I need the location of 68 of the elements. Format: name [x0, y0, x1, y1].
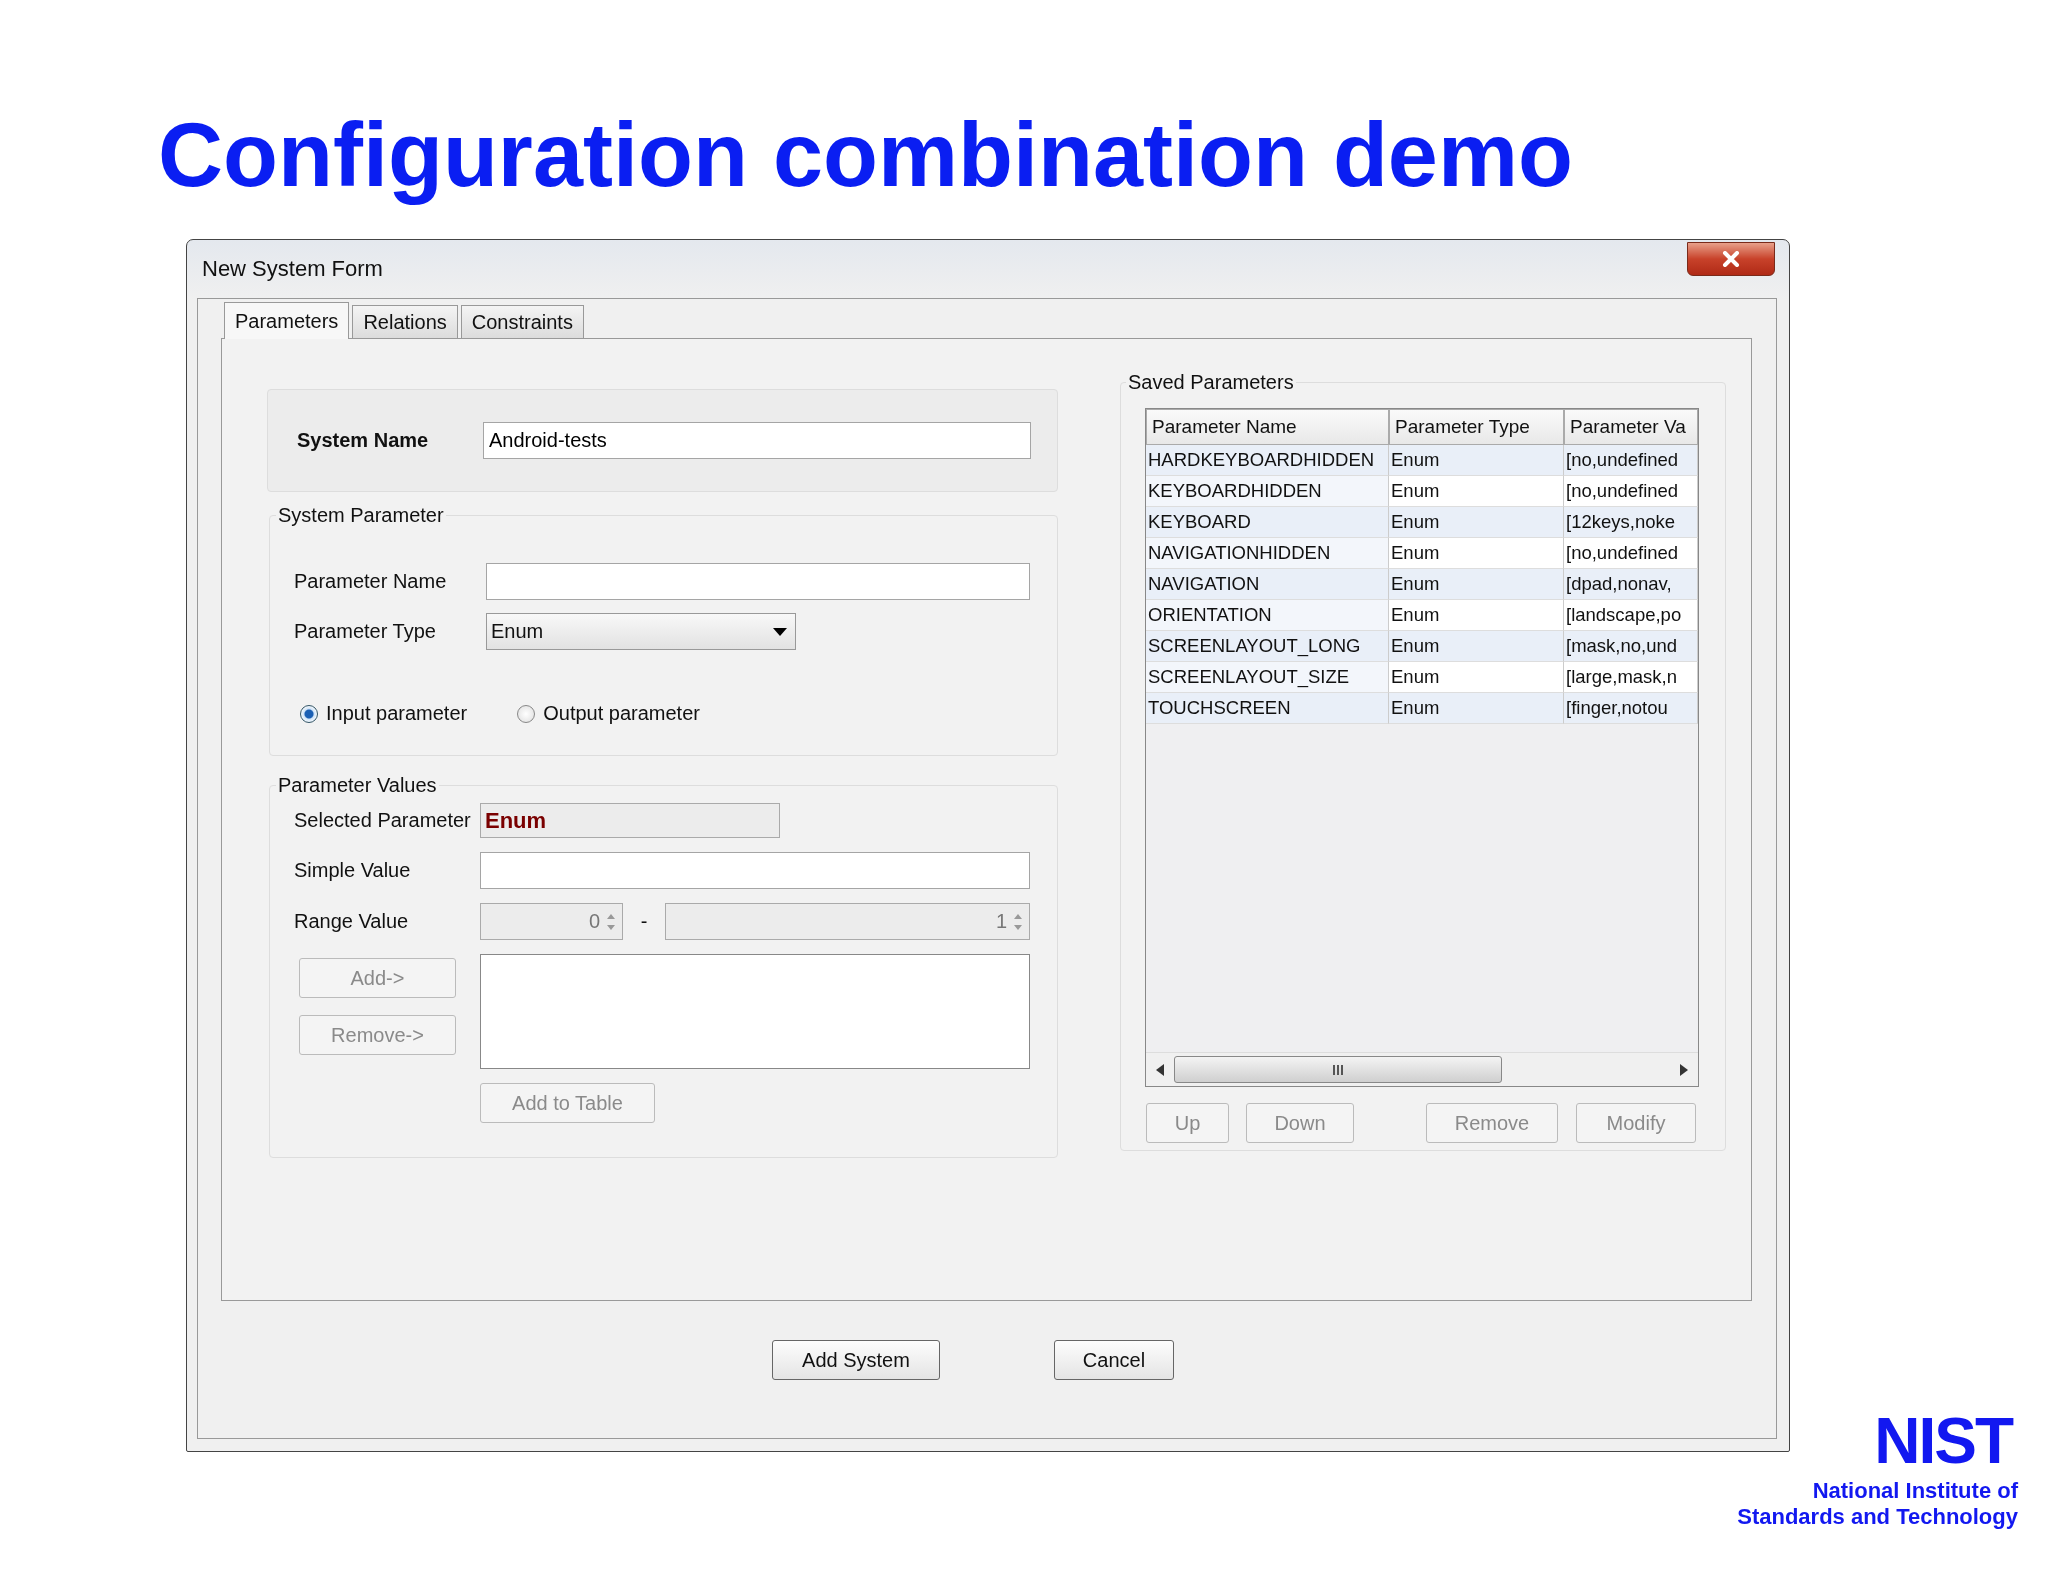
table-cell: Enum: [1389, 569, 1564, 600]
table-cell: Enum: [1389, 445, 1564, 476]
system-name-field[interactable]: Android-tests: [483, 422, 1031, 459]
table-cell: [no,undefined: [1564, 445, 1698, 476]
values-list[interactable]: [480, 954, 1030, 1069]
dialog-button[interactable]: Add System: [772, 1340, 940, 1380]
logo-text: National Institute of: [1812, 1478, 2018, 1504]
radio-option[interactable]: Input parameter: [300, 702, 468, 725]
table-cell: SCREENLAYOUT_LONG: [1146, 631, 1389, 662]
system-name-label: System Name: [297, 429, 430, 452]
tab[interactable]: Relations: [352, 305, 458, 338]
scroll-right-icon: [1680, 1063, 1688, 1076]
group-title: Parameter Values: [277, 774, 438, 797]
group-title: Saved Parameters: [1127, 371, 1295, 394]
table-cell: [dpad,nonav,: [1564, 569, 1698, 600]
range-separator: -: [639, 910, 649, 933]
table-cell: Enum: [1389, 538, 1564, 569]
table-cell: [no,undefined: [1564, 538, 1698, 569]
table-cell: [landscape,po: [1564, 600, 1698, 631]
logo-mark: NIST: [1874, 1404, 2014, 1478]
column-header[interactable]: Parameter Va: [1564, 409, 1698, 445]
table-cell: [no,undefined: [1564, 476, 1698, 507]
close-icon: [1721, 251, 1741, 267]
parameter-type-dropdown[interactable]: Enum: [486, 613, 796, 650]
window-title: New System Form: [202, 256, 383, 282]
group-title: System Parameter: [277, 504, 445, 527]
column-header[interactable]: Parameter Name: [1146, 409, 1389, 445]
slide-title: Configuration combination demo: [158, 104, 1573, 207]
selected-parameter-field: Enum: [480, 803, 780, 838]
table-cell: Enum: [1389, 631, 1564, 662]
table-cell: NAVIGATION: [1146, 569, 1389, 600]
logo-text: Standards and Technology: [1737, 1504, 2018, 1530]
field-label: Selected Parameter: [294, 809, 472, 832]
tab[interactable]: Parameters: [224, 302, 350, 339]
tab[interactable]: Constraints: [460, 305, 584, 338]
radio-button[interactable]: [517, 704, 536, 723]
field-label: Parameter Type: [294, 620, 437, 643]
parameter-name-field[interactable]: [486, 563, 1030, 600]
table-cell: [finger,notou: [1564, 693, 1698, 724]
table-cell: Enum: [1389, 476, 1564, 507]
scrollbar-thumb[interactable]: [1174, 1056, 1502, 1083]
table-cell: [mask,no,und: [1564, 631, 1698, 662]
radio-button[interactable]: [300, 704, 318, 723]
table-cell: NAVIGATIONHIDDEN: [1146, 538, 1389, 569]
radio-option[interactable]: Output parameter: [517, 702, 700, 725]
table-cell: [12keys,noke: [1564, 507, 1698, 538]
caret-icon: [773, 627, 787, 636]
field-label: Simple Value: [294, 859, 412, 882]
scroll-left-icon: [1156, 1063, 1164, 1076]
table-cell: HARDKEYBOARDHIDDEN: [1146, 445, 1389, 476]
dialog-button[interactable]: Cancel: [1054, 1340, 1174, 1380]
simple-value-field[interactable]: [480, 852, 1030, 889]
column-header[interactable]: Parameter Type: [1389, 409, 1564, 445]
horizontal-scrollbar[interactable]: [1146, 1052, 1698, 1086]
field-label: Parameter Name: [294, 570, 448, 593]
table-cell: [large,mask,n: [1564, 662, 1698, 693]
table-cell: ORIENTATION: [1146, 600, 1389, 631]
close-button[interactable]: [1687, 242, 1775, 276]
table-cell: Enum: [1389, 507, 1564, 538]
table-cell: Enum: [1389, 662, 1564, 693]
table-cell: SCREENLAYOUT_SIZE: [1146, 662, 1389, 693]
table-cell: Enum: [1389, 693, 1564, 724]
table-cell: TOUCHSCREEN: [1146, 693, 1389, 724]
table-cell: KEYBOARD: [1146, 507, 1389, 538]
table-cell: Enum: [1389, 600, 1564, 631]
grip-icon: [1332, 1063, 1344, 1076]
table-cell: KEYBOARDHIDDEN: [1146, 476, 1389, 507]
field-label: Range Value: [294, 910, 410, 933]
